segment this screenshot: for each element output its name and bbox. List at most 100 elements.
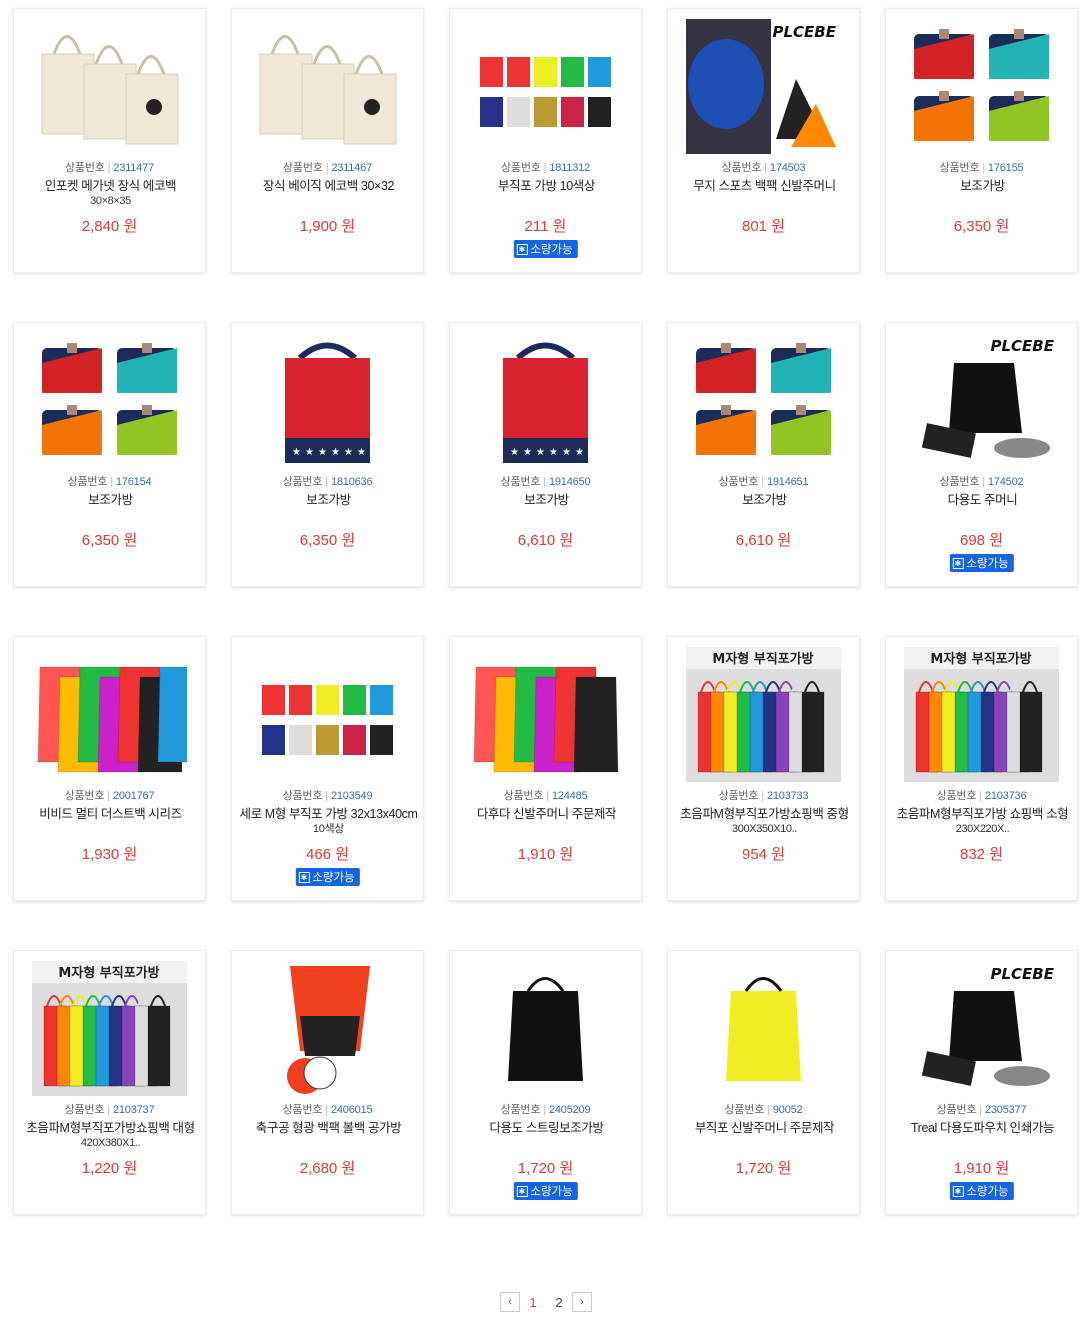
product-card[interactable]: ★ ★ ★ ★ ★ ★ 상품번호 | 1810636 보조가방 6,350 원 — [231, 322, 424, 587]
product-price: 1,220 원 — [14, 1157, 205, 1178]
product-image[interactable] — [32, 647, 187, 782]
product-card[interactable]: 상품번호 | 90052 부직포 신발주머니 주문제작 1,720 원 — [667, 950, 860, 1215]
product-name[interactable]: 비비드 멀티 더스트백 시리즈 — [16, 806, 205, 822]
price-value: 1,930 — [81, 846, 120, 863]
product-image[interactable]: M자형 부직포가방 — [32, 961, 187, 1096]
product-image[interactable] — [904, 19, 1059, 154]
product-number-label: 상품번호 — [501, 162, 541, 174]
product-card[interactable]: PLCEBE 상품번호 | 174502 다용도 주머니 698 원 ✱ 소량가능 — [885, 322, 1078, 587]
product-name[interactable]: 축구공 형광 백팩 볼백 공가방 — [234, 1120, 423, 1136]
product-number-value: 2103737 — [112, 1104, 155, 1116]
product-image[interactable] — [32, 333, 187, 468]
small-quantity-badge: ✱ 소량가능 — [295, 868, 360, 886]
product-number: 상품번호 | 2311477 — [65, 162, 154, 174]
svg-text:M자형 부직포가방: M자형 부직포가방 — [58, 965, 159, 981]
product-name-text: 장식 베이직 에코백 30×32 — [262, 179, 395, 193]
product-image[interactable]: PLCEBE — [686, 19, 841, 154]
product-name[interactable]: 다후다 신발주머니 주문제작 — [452, 806, 641, 822]
product-card[interactable]: ★ ★ ★ ★ ★ ★ 상품번호 | 1914650 보조가방 6,610 원 — [449, 322, 642, 587]
product-image[interactable] — [32, 19, 187, 154]
product-number: 상품번호 | 2103737 — [64, 1104, 155, 1116]
product-name[interactable]: 부직포 가방 10색상 — [452, 178, 641, 194]
product-card[interactable]: 상품번호 | 176155 보조가방 6,350 원 — [885, 8, 1078, 273]
product-card[interactable]: 상품번호 | 2406015 축구공 형광 백팩 볼백 공가방 2,680 원 — [231, 950, 424, 1215]
badge-label: 소량가능 — [312, 872, 355, 884]
product-card[interactable]: 상품번호 | 124485 다후다 신발주머니 주문제작 1,910 원 — [449, 636, 642, 901]
product-number-value: 2001767 — [112, 790, 155, 802]
product-image[interactable] — [250, 961, 405, 1096]
product-name[interactable]: 다용도 스트링보조가방 — [452, 1120, 641, 1136]
price-value: 954 — [741, 846, 768, 863]
price-value: 1,900 — [299, 218, 338, 235]
product-name[interactable]: 장식 베이직 에코백 30×32 — [234, 178, 423, 194]
product-name[interactable]: 다용도 주머니 — [888, 492, 1077, 508]
product-image[interactable] — [468, 647, 623, 782]
product-name[interactable]: Treal 다용도파우치 인쇄가능 — [888, 1120, 1077, 1136]
product-name[interactable]: 초음파M형부직포가방쇼핑백 중형 300X350X10.. — [670, 806, 859, 836]
product-card[interactable]: M자형 부직포가방 상품번호 | 2103737 초음파M형부직포가방쇼핑백 대형 … — [13, 950, 206, 1215]
product-card[interactable]: 상품번호 | 2001767 비비드 멀티 더스트백 시리즈 1,930 원 — [13, 636, 206, 901]
product-name[interactable]: 초음파M형부직포가방쇼핑백 대형 420X380X1.. — [16, 1120, 205, 1150]
product-name[interactable]: 무지 스포츠 백팩 신발주머니 — [670, 178, 859, 194]
next-page-button[interactable]: › — [572, 1292, 592, 1312]
product-card[interactable]: 상품번호 | 2103549 세로 M형 부직포 가방 32x13x40cm 10색… — [231, 636, 424, 901]
price-value: 1,720 — [735, 1160, 774, 1177]
svg-text:PLCEBE: PLCEBE — [991, 965, 1055, 983]
product-number-label: 상품번호 — [939, 162, 980, 174]
product-number: 상품번호 | 2305377 — [936, 1104, 1027, 1116]
price-value: 6,350 — [81, 532, 120, 549]
svg-text:★: ★ — [292, 447, 301, 458]
product-image[interactable] — [250, 19, 405, 154]
product-price: 954 원 — [668, 843, 859, 864]
product-card[interactable]: 상품번호 | 176154 보조가방 6,350 원 — [13, 322, 206, 587]
svg-text:★: ★ — [549, 447, 558, 458]
price-value: 6,610 — [735, 532, 774, 549]
product-image[interactable]: PLCEBE — [904, 333, 1059, 468]
product-image[interactable]: ★ ★ ★ ★ ★ ★ — [468, 333, 623, 468]
product-card[interactable]: M자형 부직포가방 상품번호 | 2103736 초음파M형부직포가방 쇼핑백 소형… — [885, 636, 1078, 901]
product-name[interactable]: 초음파M형부직포가방 쇼핑백 소형 230X220X.. — [888, 806, 1077, 836]
badge-label: 소량가능 — [530, 244, 573, 256]
product-number-label: 상품번호 — [936, 1104, 977, 1116]
product-image[interactable]: M자형 부직포가방 — [904, 647, 1059, 782]
product-image[interactable]: ★ ★ ★ ★ ★ ★ — [250, 333, 405, 468]
svg-text:★: ★ — [562, 447, 571, 458]
price-unit: 원 — [123, 218, 138, 235]
product-name[interactable]: 보조가방 — [452, 492, 641, 508]
product-name[interactable]: 인포켓 메가넷 장식 에코백 30×8×35 — [16, 178, 205, 208]
product-name[interactable]: 부직포 신발주머니 주문제작 — [670, 1120, 859, 1136]
product-card[interactable]: 상품번호 | 2311477 인포켓 메가넷 장식 에코백 30×8×35 2,84… — [13, 8, 206, 273]
product-name[interactable]: 보조가방 — [670, 492, 859, 508]
product-card[interactable]: PLCEBE 상품번호 | 174503 무지 스포츠 백팩 신발주머니 801 원 — [667, 8, 860, 273]
price-value: 6,610 — [517, 532, 556, 549]
prev-page-button[interactable]: ‹ — [500, 1292, 520, 1312]
product-image[interactable] — [468, 961, 623, 1096]
product-number-value: 174502 — [987, 476, 1024, 488]
product-name-text: 다용도 주머니 — [947, 493, 1018, 507]
product-card[interactable]: 상품번호 | 1914651 보조가방 6,610 원 — [667, 322, 860, 587]
product-price: 6,350 원 — [14, 529, 205, 550]
product-name[interactable]: 보조가방 — [888, 178, 1077, 194]
product-card[interactable]: 상품번호 | 2405209 다용도 스트링보조가방 1,720 원 ✱ 소량가능 — [449, 950, 642, 1215]
product-image[interactable]: M자형 부직포가방 — [686, 647, 841, 782]
product-name[interactable]: 보조가방 — [234, 492, 423, 508]
product-number-label: 상품번호 — [718, 476, 759, 488]
product-number-label: 상품번호 — [67, 476, 108, 488]
product-name-text: 축구공 형광 백팩 볼백 공가방 — [255, 1121, 402, 1135]
product-card[interactable]: 상품번호 | 2311467 장식 베이직 에코백 30×32 1,900 원 — [231, 8, 424, 273]
product-number-label: 상품번호 — [500, 1104, 541, 1116]
product-name[interactable]: 보조가방 — [16, 492, 205, 508]
price-unit: 원 — [771, 218, 785, 235]
product-image[interactable] — [250, 647, 405, 782]
product-price: 1,720 원 — [450, 1157, 641, 1178]
page-2-link[interactable]: 2 — [546, 1295, 572, 1310]
page-1-link[interactable]: 1 — [520, 1295, 546, 1310]
product-card[interactable]: 상품번호 | 1811312 부직포 가방 10색상 211 원 ✱ 소량가능 — [449, 8, 642, 273]
product-image[interactable] — [468, 19, 623, 154]
product-card[interactable]: M자형 부직포가방 상품번호 | 2103733 초음파M형부직포가방쇼핑백 중형 … — [667, 636, 860, 901]
product-image[interactable] — [686, 333, 841, 468]
product-name[interactable]: 세로 M형 부직포 가방 32x13x40cm 10색상 — [234, 806, 423, 836]
product-image[interactable] — [686, 961, 841, 1096]
product-image[interactable]: PLCEBE — [904, 961, 1059, 1096]
product-card[interactable]: PLCEBE 상품번호 | 2305377 Treal 다용도파우치 인쇄가능 1,… — [885, 950, 1078, 1215]
